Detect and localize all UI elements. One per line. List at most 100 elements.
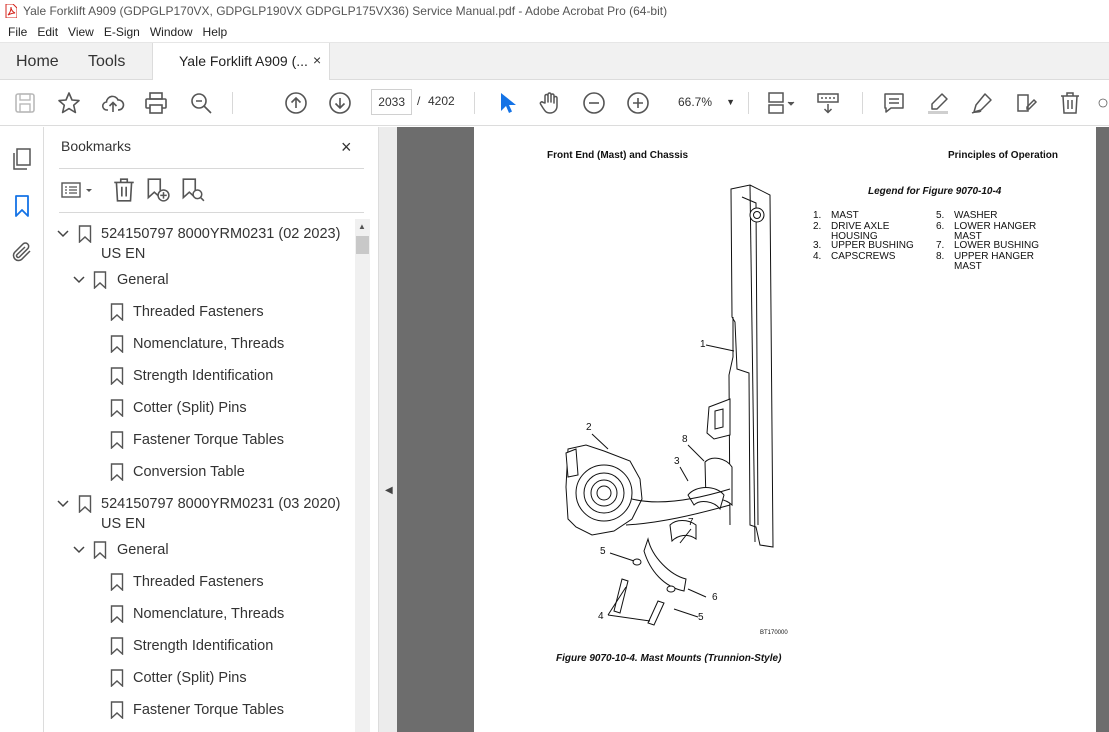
chevron-down-icon[interactable] xyxy=(73,274,85,286)
bookmark-icon xyxy=(110,335,124,353)
new-bookmark-icon[interactable] xyxy=(144,177,170,203)
scroll-up-arrow-icon[interactable]: ▲ xyxy=(358,222,366,231)
acrobat-pdf-icon xyxy=(5,4,17,18)
chevron-down-icon[interactable] xyxy=(73,544,85,556)
bookmark-label: General xyxy=(117,542,169,558)
bookmark-icon xyxy=(110,605,124,623)
bookmark-item-general[interactable]: General xyxy=(45,271,355,303)
page-number-input[interactable]: 2033 xyxy=(371,89,412,115)
tab-document-label: Yale Forklift A909 (... xyxy=(179,53,308,69)
comment-button[interactable] xyxy=(881,90,907,116)
edit-document-icon xyxy=(1017,94,1038,112)
mast-mount-illustration xyxy=(565,184,774,626)
bookmark-label: Threaded Fasteners xyxy=(133,304,264,320)
zoom-level-value: 66.7% xyxy=(678,95,713,109)
overflow-tool-icon xyxy=(1098,98,1108,108)
previous-page-button[interactable] xyxy=(283,90,309,116)
bookmarks-scrollbar[interactable] xyxy=(355,219,370,732)
figure-caption: Figure 9070-10-4. Mast Mounts (Trunnion-… xyxy=(556,653,782,664)
menu-window[interactable]: Window xyxy=(150,25,193,39)
page-total: 4202 xyxy=(428,94,455,108)
pdf-page: Front End (Mast) and Chassis Principles … xyxy=(474,127,1096,732)
bookmark-item-leaf[interactable]: Threaded Fasteners xyxy=(45,303,355,335)
bookmark-item-leaf[interactable]: Cotter (Split) Pins xyxy=(45,399,355,431)
zoom-out-button[interactable] xyxy=(581,90,607,116)
next-page-button[interactable] xyxy=(327,90,353,116)
page-display-button[interactable] xyxy=(764,90,798,116)
collapse-panel-arrow-icon[interactable]: ◀ xyxy=(385,485,393,496)
trash-icon[interactable] xyxy=(111,177,137,203)
bookmark-item-root[interactable]: 524150797 8000YRM0231 (02 2023) US EN xyxy=(45,225,355,267)
bookmark-icon xyxy=(110,463,124,481)
bookmarks-close-button[interactable]: × xyxy=(341,137,359,157)
delete-button[interactable] xyxy=(1057,90,1083,116)
tab-home[interactable]: Home xyxy=(16,43,59,80)
divider xyxy=(59,212,364,213)
scrollbar-thumb[interactable] xyxy=(356,236,369,254)
menu-esign[interactable]: E-Sign xyxy=(104,25,140,39)
bookmark-options-icon[interactable] xyxy=(60,177,96,203)
find-bookmark-icon[interactable] xyxy=(179,177,205,203)
more-tools-button[interactable] xyxy=(1097,90,1109,116)
menu-bar: File Edit View E-Sign Window Help xyxy=(0,22,1109,43)
bookmark-label: Nomenclature, Threads xyxy=(133,606,285,622)
zoom-in-button[interactable] xyxy=(625,90,651,116)
zoom-level-dropdown[interactable]: 66.7% ▼ xyxy=(668,89,741,115)
hand-icon xyxy=(539,92,558,114)
bookmark-item-leaf[interactable]: Nomenclature, Threads xyxy=(45,605,355,637)
bookmark-star-button[interactable] xyxy=(56,90,82,116)
bookmark-item-leaf[interactable]: Fastener Torque Tables xyxy=(45,701,355,732)
chevron-down-icon[interactable] xyxy=(57,228,69,240)
highlight-button[interactable] xyxy=(925,90,951,116)
attachments-paperclip-icon[interactable] xyxy=(10,240,34,264)
bookmark-icon xyxy=(110,701,124,719)
page-separator: / xyxy=(417,94,421,108)
page-thumbnails-icon[interactable] xyxy=(10,147,34,171)
bookmark-item-general[interactable]: General xyxy=(45,541,355,573)
bookmark-label: Cotter (Split) Pins xyxy=(133,400,247,416)
bookmark-icon xyxy=(110,669,124,687)
bookmark-icon xyxy=(110,399,124,417)
bookmarks-panel-icon[interactable] xyxy=(10,194,34,218)
menu-help[interactable]: Help xyxy=(203,25,228,39)
fill-sign-button[interactable] xyxy=(1013,90,1039,116)
scroll-mode-button[interactable] xyxy=(815,90,841,116)
callout-label: 5 xyxy=(600,546,606,557)
draw-button[interactable] xyxy=(969,90,995,116)
tab-document[interactable]: Yale Forklift A909 (... × xyxy=(152,43,330,81)
toolbar-separator xyxy=(474,92,475,114)
bookmark-label-line2: US EN xyxy=(101,246,146,262)
bookmark-label-line2: US EN xyxy=(101,516,146,532)
document-view[interactable]: Front End (Mast) and Chassis Principles … xyxy=(397,127,1109,732)
menu-edit[interactable]: Edit xyxy=(37,25,58,39)
callout-label: 8 xyxy=(682,434,688,445)
bookmark-item-leaf[interactable]: Strength Identification xyxy=(45,367,355,399)
panel-splitter[interactable]: ◀ xyxy=(378,127,397,732)
callout-label: 5 xyxy=(698,612,704,623)
bookmark-icon xyxy=(93,541,107,559)
star-icon xyxy=(58,92,80,114)
tab-tools[interactable]: Tools xyxy=(88,43,125,80)
bookmark-item-leaf[interactable]: Conversion Table xyxy=(45,463,355,495)
chevron-down-icon[interactable] xyxy=(57,498,69,510)
bookmark-item-leaf[interactable]: Cotter (Split) Pins xyxy=(45,669,355,701)
hand-tool-button[interactable] xyxy=(537,90,563,116)
select-tool-button[interactable] xyxy=(494,90,520,116)
callout-label: 4 xyxy=(598,611,604,622)
bookmark-label: Strength Identification xyxy=(133,638,274,654)
save-button[interactable] xyxy=(12,90,38,116)
menu-file[interactable]: File xyxy=(8,25,27,39)
bookmark-item-leaf[interactable]: Strength Identification xyxy=(45,637,355,669)
minus-circle-icon xyxy=(583,92,605,114)
bookmark-item-root[interactable]: 524150797 8000YRM0231 (03 2020) US EN xyxy=(45,495,355,537)
printer-icon xyxy=(145,92,167,114)
bookmark-item-leaf[interactable]: Threaded Fasteners xyxy=(45,573,355,605)
print-button[interactable] xyxy=(143,90,169,116)
bookmark-item-leaf[interactable]: Fastener Torque Tables xyxy=(45,431,355,463)
window-title: Yale Forklift A909 (GDPGLP170VX, GDPGLP1… xyxy=(23,4,668,18)
tab-close-button[interactable]: × xyxy=(313,52,321,68)
menu-view[interactable]: View xyxy=(68,25,94,39)
upload-button[interactable] xyxy=(100,90,126,116)
bookmark-item-leaf[interactable]: Nomenclature, Threads xyxy=(45,335,355,367)
find-button[interactable] xyxy=(188,90,214,116)
